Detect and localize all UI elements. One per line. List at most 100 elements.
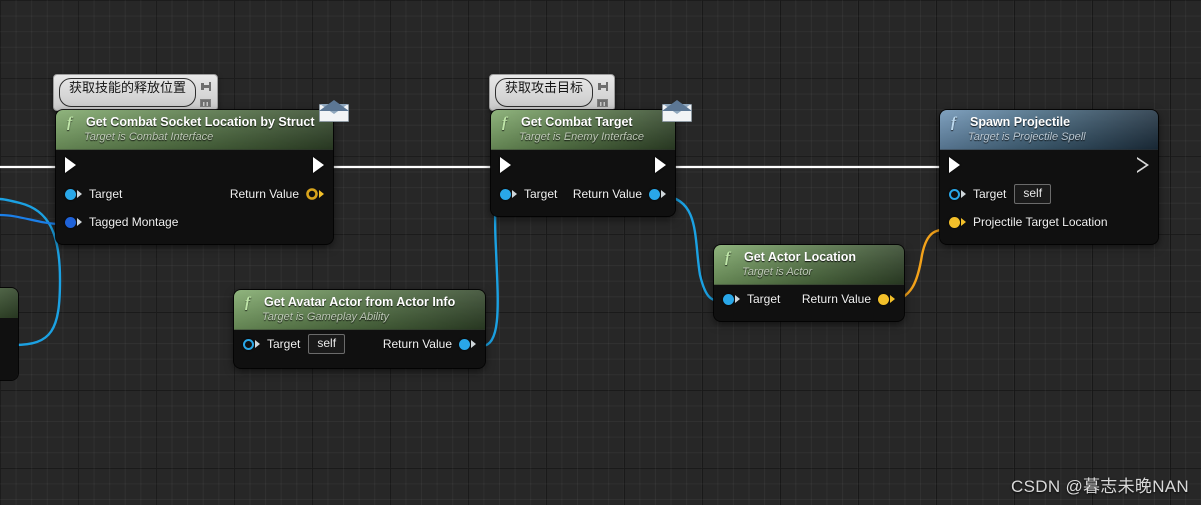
pin-label: Return Value	[572, 187, 642, 202]
node-title: Get Actor Location	[744, 250, 857, 265]
object-pin-dot[interactable]	[243, 338, 254, 350]
node-header[interactable]: f Get Actor Location Target is Actor	[714, 245, 904, 286]
object-pin-dot[interactable]	[65, 188, 76, 200]
node-title: Spawn Projectile	[970, 115, 1071, 130]
return-value-pin[interactable]	[878, 293, 895, 305]
pin-icon[interactable]	[597, 79, 610, 97]
return-value-pin[interactable]	[459, 338, 476, 350]
object-pin-dot[interactable]	[949, 188, 960, 200]
pin-label: Return Value	[801, 292, 871, 307]
exec-out-wrap[interactable]	[1137, 157, 1149, 174]
object-pin-dot[interactable]	[723, 293, 734, 305]
pin-arrow-icon	[77, 218, 82, 227]
exec-out-wrap[interactable]	[655, 157, 666, 174]
pin-label: Tagged Montage	[89, 215, 179, 230]
pin-icon[interactable]	[200, 79, 213, 97]
exec-out-pin[interactable]	[1137, 157, 1149, 174]
vector-pin-dot[interactable]	[878, 293, 889, 305]
comment-bubble-skill-release-location[interactable]: 获取技能的释放位置	[53, 74, 219, 118]
node-header[interactable]: f Get Combat Socket Location by Struct T…	[56, 110, 333, 151]
pin-row-target[interactable]: Target Return Value	[491, 180, 675, 216]
target-input-pin[interactable]	[243, 338, 260, 350]
target-input-pin[interactable]	[500, 188, 517, 200]
pin-label: Target	[89, 187, 123, 202]
object-pin-dot[interactable]	[500, 188, 511, 200]
comment-bubble-text[interactable]: 获取攻击目标	[495, 78, 594, 107]
tagged-montage-input-pin[interactable]	[65, 216, 82, 228]
keyboard-icon[interactable]	[597, 99, 609, 107]
pin-arrow-icon	[890, 295, 895, 304]
return-value-pin[interactable]	[649, 188, 666, 200]
object-pin-dot[interactable]	[459, 338, 470, 350]
offscreen-node-header	[0, 288, 18, 318]
struct-pin-dot[interactable]	[65, 216, 76, 228]
return-value-output[interactable]: Return Value	[383, 337, 476, 351]
target-self-value[interactable]: self	[1014, 184, 1052, 205]
exec-in-pin[interactable]	[949, 157, 960, 174]
vector-pin-dot[interactable]	[949, 216, 960, 228]
pin-arrow-icon	[961, 218, 966, 227]
exec-out-pin[interactable]	[313, 157, 324, 174]
pin-arrow-icon	[661, 190, 666, 199]
target-input-pin[interactable]	[949, 188, 966, 200]
node-spawn-projectile[interactable]: f Spawn Projectile Target is Projectile …	[940, 110, 1158, 245]
pin-row-tagged-montage[interactable]: Tagged Montage	[56, 208, 333, 244]
node-get-avatar-actor-from-actor-info[interactable]: f Get Avatar Actor from Actor Info Targe…	[234, 290, 485, 369]
node-header[interactable]: f Get Avatar Actor from Actor Info Targe…	[234, 290, 485, 331]
pin-row-target[interactable]: Target Return Value	[56, 180, 333, 208]
exec-pin-row[interactable]	[940, 150, 1158, 180]
target-self-value[interactable]: self	[308, 334, 346, 355]
pin-row-target[interactable]: Target self Return Value	[234, 330, 485, 368]
pin-arrow-icon	[77, 190, 82, 199]
node-subtitle: Target is Enemy Interface	[519, 131, 644, 144]
pin-arrow-icon	[961, 190, 966, 199]
node-get-actor-location[interactable]: f Get Actor Location Target is Actor Tar…	[714, 245, 904, 322]
exec-in-pin[interactable]	[500, 157, 511, 174]
node-body: Target self Return Value	[234, 330, 485, 369]
pin-arrow-icon	[512, 190, 517, 199]
function-icon: f	[725, 250, 730, 266]
node-get-combat-socket-location-by-struct[interactable]: f Get Combat Socket Location by Struct T…	[56, 110, 333, 245]
comment-bubble-tools[interactable]	[597, 78, 610, 107]
pin-arrow-icon	[735, 295, 740, 304]
comment-bubble-attack-target[interactable]: 获取攻击目标	[489, 74, 616, 118]
object-pin-dot[interactable]	[649, 188, 660, 200]
offscreen-node-body	[0, 318, 18, 380]
node-get-combat-target[interactable]: f Get Combat Target Target is Enemy Inte…	[491, 110, 675, 217]
function-icon: f	[502, 115, 507, 131]
target-input-pin[interactable]	[65, 188, 82, 200]
node-body: Target Return Value	[491, 150, 675, 217]
projectile-target-location-pin[interactable]	[949, 216, 966, 228]
pin-label: Return Value	[229, 187, 299, 202]
target-input-pin[interactable]	[723, 293, 740, 305]
node-header[interactable]: f Spawn Projectile Target is Projectile …	[940, 110, 1158, 151]
function-icon: f	[67, 115, 72, 131]
node-subtitle: Target is Projectile Spell	[968, 131, 1086, 144]
envelope-icon	[319, 100, 349, 122]
comment-bubble-text[interactable]: 获取技能的释放位置	[59, 78, 197, 107]
exec-pin-row[interactable]	[56, 150, 333, 180]
exec-pin-row[interactable]	[491, 150, 675, 180]
return-value-output[interactable]: Return Value	[573, 187, 666, 201]
comment-bubble-tools[interactable]	[200, 78, 213, 107]
blueprint-graph-canvas[interactable]: 获取技能的释放位置 获取攻击目标 f Get Combat Socket Loc…	[0, 0, 1201, 505]
pin-row-target[interactable]: Target Return Value	[714, 285, 904, 321]
pin-row-projectile-target-location[interactable]: Projectile Target Location	[940, 208, 1158, 244]
pin-label: Target	[747, 292, 781, 307]
pin-row-target[interactable]: Target self	[940, 180, 1158, 208]
exec-out-pin[interactable]	[655, 157, 666, 174]
function-icon: f	[951, 115, 956, 131]
node-subtitle: Target is Combat Interface	[84, 131, 214, 144]
return-value-pin[interactable]	[306, 188, 324, 200]
offscreen-node-stub[interactable]	[0, 288, 18, 380]
return-value-output[interactable]: Return Value	[802, 292, 895, 306]
pin-label: Target	[973, 187, 1007, 202]
node-title: Get Avatar Actor from Actor Info	[264, 295, 456, 310]
return-value-output[interactable]: Return Value	[230, 187, 324, 201]
exec-in-pin[interactable]	[65, 157, 76, 174]
node-subtitle: Target is Actor	[742, 266, 813, 279]
node-header[interactable]: f Get Combat Target Target is Enemy Inte…	[491, 110, 675, 151]
exec-out-wrap[interactable]	[313, 157, 324, 174]
keyboard-icon[interactable]	[200, 99, 212, 107]
struct-pin-icon[interactable]	[306, 188, 318, 200]
